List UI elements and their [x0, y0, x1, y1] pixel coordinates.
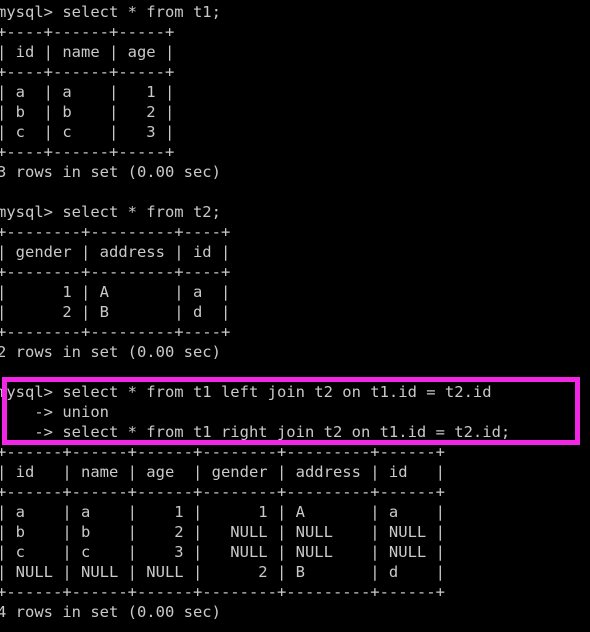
continuation-line: -> union [0, 403, 109, 421]
query-block-select-t2: mysql> select * from t2; +--------+-----… [0, 202, 590, 362]
table-separator-bottom: +------+------+------+--------+---------… [0, 583, 445, 601]
table-separator-bottom: +--------+---------+----+ [0, 323, 231, 341]
status-line: 2 rows in set (0.00 sec) [0, 343, 221, 361]
table-separator-top: +----+------+-----+ [0, 23, 175, 41]
table-separator-top: +--------+---------+----+ [0, 223, 231, 241]
continuation-line: -> select * from t1 right join t2 on t1.… [0, 423, 511, 441]
table-header-row: | id | name | age | gender | address | i… [0, 463, 445, 481]
table-row: | 2 | B | d | [0, 303, 231, 321]
status-line: 3 rows in set (0.00 sec) [0, 163, 221, 181]
command-line: mysql> select * from t2; [0, 203, 221, 221]
query-block-select-t1: mysql> select * from t1; +----+------+--… [0, 2, 590, 182]
table-row: | a | a | 1 | 1 | A | a | [0, 503, 445, 521]
query-block-full-outer-join: mysql> select * from t1 left join t2 on … [0, 382, 590, 622]
table-separator-mid: +------+------+------+--------+---------… [0, 483, 445, 501]
table-separator-bottom: +----+------+-----+ [0, 143, 175, 161]
table-row: | c | c | 3 | [0, 123, 175, 141]
table-row: | b | b | 2 | [0, 103, 175, 121]
command-line: mysql> select * from t1; [0, 3, 221, 21]
table-separator-top: +------+------+------+--------+---------… [0, 443, 445, 461]
table-separator-mid: +--------+---------+----+ [0, 263, 231, 281]
command-line: mysql> select * from t1 left join t2 on … [0, 383, 492, 401]
terminal-window[interactable]: mysql> select * from t1; +----+------+--… [0, 0, 590, 632]
table-row: | c | c | 3 | NULL | NULL | NULL | [0, 543, 445, 561]
table-row: | a | a | 1 | [0, 83, 175, 101]
table-header-row: | gender | address | id | [0, 243, 231, 261]
table-row: | 1 | A | a | [0, 283, 231, 301]
status-line: 4 rows in set (0.00 sec) [0, 603, 221, 621]
table-separator-mid: +----+------+-----+ [0, 63, 175, 81]
table-row: | NULL | NULL | NULL | 2 | B | d | [0, 563, 445, 581]
table-row: | b | b | 2 | NULL | NULL | NULL | [0, 523, 445, 541]
table-header-row: | id | name | age | [0, 43, 175, 61]
